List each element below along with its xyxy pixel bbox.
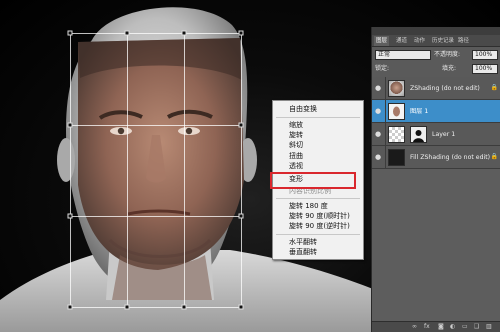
transform-handle-bottom-right[interactable] xyxy=(238,304,244,310)
transform-handle-top[interactable] xyxy=(124,30,130,36)
transform-edge-right xyxy=(241,33,242,308)
link-icon[interactable]: ∞ xyxy=(412,323,417,330)
transform-context-menu: 自由变换 缩放 旋转 斜切 扭曲 透视 变形 内容识别比例 旋转 180 度 旋… xyxy=(272,100,364,260)
menu-separator xyxy=(276,117,360,118)
menu-item-rotate-90-ccw[interactable]: 旋转 90 度(逆时针) xyxy=(289,222,350,231)
visibility-eye-icon[interactable]: ● xyxy=(375,108,382,115)
menu-item-scale[interactable]: 缩放 xyxy=(289,121,303,130)
transform-handle-left[interactable] xyxy=(67,122,73,128)
transform-grid-line xyxy=(70,125,242,126)
adjustment-icon[interactable]: ◐ xyxy=(450,323,455,330)
tab-channels[interactable]: 通道 xyxy=(394,36,409,46)
transform-handle-bottom-left[interactable] xyxy=(67,304,73,310)
menu-item-flip-horizontal[interactable]: 水平翻转 xyxy=(289,238,317,247)
menu-item-warp[interactable]: 变形 xyxy=(289,175,303,184)
silhouette-mask-icon xyxy=(413,130,424,142)
transform-handle-top-right[interactable] xyxy=(238,30,244,36)
transform-edge-bottom xyxy=(70,307,242,308)
document-canvas[interactable]: 自由变换 缩放 旋转 斜切 扭曲 透视 变形 内容识别比例 旋转 180 度 旋… xyxy=(0,0,500,332)
layer-row[interactable]: ● ZShading (do not edit) 🔒 xyxy=(372,77,500,100)
layer-name: 图层 1 xyxy=(410,108,429,115)
transform-handle-top[interactable] xyxy=(181,30,187,36)
divider xyxy=(385,77,386,100)
visibility-eye-icon[interactable]: ● xyxy=(375,154,382,161)
visibility-eye-icon[interactable]: ● xyxy=(375,85,382,92)
layer-name: Layer 1 xyxy=(432,131,456,138)
mask-icon[interactable]: ◙ xyxy=(438,323,444,330)
panel-titlebar[interactable] xyxy=(372,27,500,35)
transform-edge-top xyxy=(70,33,242,34)
transform-bounding-box[interactable] xyxy=(67,30,244,310)
transform-grid-line xyxy=(184,33,185,308)
transform-handle-bottom[interactable] xyxy=(181,304,187,310)
tab-paths[interactable]: 路径 xyxy=(456,36,471,46)
trash-icon[interactable]: ▥ xyxy=(486,323,492,330)
face-thumb-icon xyxy=(393,106,400,117)
transform-handle-left[interactable] xyxy=(67,213,73,219)
divider xyxy=(385,123,386,146)
fx-icon[interactable]: fx xyxy=(424,323,430,330)
divider xyxy=(385,100,386,123)
tab-history[interactable]: 历史记录 xyxy=(430,36,456,46)
layer-row[interactable]: ● Fill ZShading (do not edit) 🔒 xyxy=(372,146,500,169)
folder-icon[interactable]: ▭ xyxy=(462,323,468,330)
menu-item-rotate-90-cw[interactable]: 旋转 90 度(顺时针) xyxy=(289,212,350,221)
fill-input[interactable]: 100% xyxy=(472,64,498,74)
layers-panel: 图层 通道 动作 历史记录 路径 正常 不透明度: 100% 锁定: 填充: 1… xyxy=(371,27,500,332)
panel-tabs: 图层 通道 动作 历史记录 路径 xyxy=(372,35,500,47)
layer-name: ZShading (do not edit) xyxy=(410,85,480,92)
layer-list: ● ZShading (do not edit) 🔒 ● 图层 1 ● Laye… xyxy=(372,77,500,321)
divider xyxy=(385,146,386,169)
menu-item-perspective[interactable]: 透视 xyxy=(289,162,303,171)
menu-item-rotate[interactable]: 旋转 xyxy=(289,131,303,140)
layer-mask-thumbnail[interactable] xyxy=(410,126,427,143)
fill-label: 填充: xyxy=(442,65,457,72)
new-layer-icon[interactable]: ❑ xyxy=(474,323,479,330)
menu-item-flip-vertical[interactable]: 垂直翻转 xyxy=(289,248,317,257)
opacity-label: 不透明度: xyxy=(434,51,461,58)
tab-actions[interactable]: 动作 xyxy=(412,36,427,46)
menu-separator xyxy=(276,198,360,199)
opacity-input[interactable]: 100% xyxy=(472,50,498,60)
layer-name: Fill ZShading (do not edit) xyxy=(410,154,491,161)
lock-icon: 🔒 xyxy=(490,153,498,160)
menu-item-distort[interactable]: 扭曲 xyxy=(289,152,303,161)
transform-handle-top-left[interactable] xyxy=(67,30,73,36)
lock-label: 锁定: xyxy=(375,65,390,72)
transform-edge-left xyxy=(70,33,71,308)
layer-thumbnail xyxy=(388,126,405,143)
layer-thumbnail xyxy=(388,103,405,120)
blend-mode-select[interactable]: 正常 xyxy=(375,50,431,60)
transform-handle-right[interactable] xyxy=(238,213,244,219)
menu-item-rotate-180[interactable]: 旋转 180 度 xyxy=(289,202,328,211)
layer-thumbnail xyxy=(388,149,405,166)
transform-grid-line xyxy=(70,216,242,217)
transform-handle-bottom[interactable] xyxy=(124,304,130,310)
lock-icon: 🔒 xyxy=(490,84,498,91)
panel-bottom-toolbar: ∞ fx ◙ ◐ ▭ ❑ ▥ xyxy=(372,321,500,332)
tab-layers[interactable]: 图层 xyxy=(374,36,390,46)
menu-item-skew[interactable]: 斜切 xyxy=(289,141,303,150)
layer-row-selected[interactable]: ● 图层 1 xyxy=(372,100,500,123)
menu-item-free-transform[interactable]: 自由变换 xyxy=(289,105,317,114)
menu-separator xyxy=(276,234,360,235)
transform-handle-right[interactable] xyxy=(238,122,244,128)
layer-options: 正常 不透明度: 100% 锁定: 填充: 100% xyxy=(372,47,500,77)
layer-row[interactable]: ● Layer 1 xyxy=(372,123,500,146)
transform-grid-line xyxy=(127,33,128,308)
visibility-eye-icon[interactable]: ● xyxy=(375,131,382,138)
layer-thumbnail xyxy=(388,80,405,97)
menu-item-content-aware-scale: 内容识别比例 xyxy=(289,187,331,195)
